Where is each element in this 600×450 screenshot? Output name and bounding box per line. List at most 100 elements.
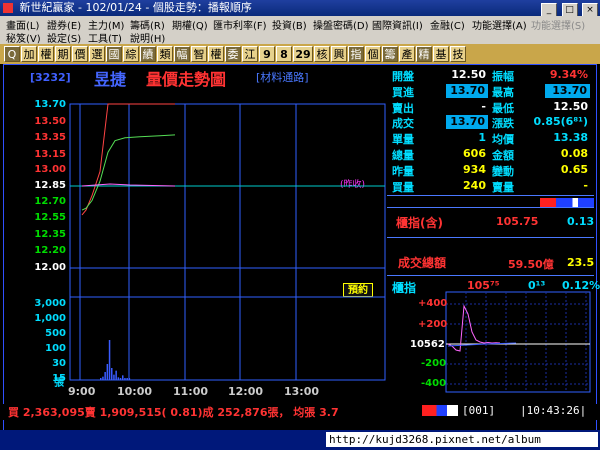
toolbar-button[interactable]: 核: [314, 46, 330, 62]
toolbar-button[interactable]: 基: [433, 46, 449, 62]
toolbar-button[interactable]: 選: [89, 46, 105, 62]
app-icon: [3, 3, 13, 13]
menu-intl-info[interactable]: 國際資訊(I): [372, 17, 423, 32]
toolbar-button[interactable]: 精: [416, 46, 432, 62]
volume-tick-label: 500: [45, 328, 66, 339]
x-tick-label: 13:00: [284, 385, 320, 398]
menu-trading-code[interactable]: 操盤密碼(D): [313, 17, 369, 32]
quote-label: 賣量: [492, 181, 514, 194]
menu-investment[interactable]: 投資(B): [272, 17, 307, 32]
mini-y-tick: +200: [418, 319, 448, 330]
quote-label: 最低: [492, 102, 514, 115]
clock: |10:43:26|: [520, 404, 587, 417]
toolbar-button[interactable]: 國: [106, 46, 122, 62]
quote-value: -: [583, 179, 588, 192]
menu-function-a[interactable]: 功能選擇(A): [472, 17, 527, 32]
quote-value: 0.65: [560, 163, 588, 176]
reserve-box[interactable]: 預約: [343, 283, 373, 297]
menu-secrets[interactable]: 秘笈(V): [6, 30, 41, 45]
toolbar-button[interactable]: 產: [399, 46, 415, 62]
mini-y-tick: 10562: [410, 339, 445, 350]
toolbar-button[interactable]: 個: [365, 46, 381, 62]
y-tick-label: 12.35: [34, 229, 66, 240]
title-bar: 新世紀贏家 - 102/01/24 - 個股走勢：播報順序 _ □ ×: [0, 0, 600, 18]
menu-forex[interactable]: 匯市利率(F): [213, 17, 267, 32]
quote-label: 振幅: [492, 70, 514, 83]
toolbar-button[interactable]: 權: [208, 46, 224, 62]
y-tick-label: 13.50: [34, 116, 66, 127]
industry-link[interactable]: [材料通路]: [256, 69, 309, 85]
toolbar-button[interactable]: 類: [157, 46, 173, 62]
divider: [387, 195, 594, 196]
quote-value: 9.34%: [549, 68, 588, 81]
quote-label: 金額: [492, 149, 514, 162]
menu-options[interactable]: 期權(Q): [172, 17, 208, 32]
menu-help[interactable]: 說明(H): [130, 30, 165, 45]
quote-value: 1: [478, 131, 486, 144]
quote-label: 買量: [392, 181, 414, 194]
toolbar-button[interactable]: 指: [348, 46, 364, 62]
bid-price-box: 13.70: [446, 84, 488, 98]
divider: [387, 275, 594, 276]
toolbar-button[interactable]: 績: [140, 46, 156, 62]
mini-y-tick: -400: [421, 378, 447, 389]
quote-label: 漲跌: [492, 117, 514, 130]
quote-label: 成交: [392, 117, 414, 130]
quote-value: 240: [463, 179, 486, 192]
y-tick-label: 12.70: [34, 196, 66, 207]
volume-tick-label: 1,000: [34, 313, 66, 324]
volume-unit-label: 張: [54, 378, 64, 389]
menu-settings[interactable]: 設定(S): [47, 30, 81, 45]
toolbar-button[interactable]: 智: [191, 46, 207, 62]
high-price-box: 13.70: [545, 84, 590, 98]
divider: [387, 237, 594, 238]
otc-index-change: 0.13: [567, 215, 595, 228]
quote-label: 總量: [392, 149, 414, 162]
quote-value: 606: [463, 147, 486, 160]
y-tick-label: 12.00: [34, 262, 66, 273]
bid-ask-ratio-bar: [540, 198, 594, 207]
mini-y-tick: -200: [421, 358, 447, 369]
toolbar-button[interactable]: 8: [276, 46, 292, 62]
toolbar-button[interactable]: 權: [38, 46, 54, 62]
toolbar-button[interactable]: 江: [242, 46, 258, 62]
toolbar-button[interactable]: 期: [55, 46, 71, 62]
page-number: 001: [468, 404, 489, 417]
quote-label: 單量: [392, 133, 414, 146]
y-tick-label: 13.35: [34, 132, 66, 143]
y-tick-label: 13.70: [34, 99, 66, 110]
menu-finance[interactable]: 金融(C): [430, 17, 465, 32]
toolbar-button[interactable]: 9: [259, 46, 275, 62]
toolbar-button[interactable]: 籌: [382, 46, 398, 62]
volume-tick-label: 100: [45, 343, 66, 354]
toolbar-button[interactable]: 29: [293, 46, 313, 62]
y-tick-label: 13.15: [34, 149, 66, 160]
quote-value: 0.08: [560, 147, 588, 160]
y-tick-label: 13.00: [34, 164, 66, 175]
y-tick-label: 12.85: [34, 180, 66, 191]
toolbar: Q 加 權 期 價 選 國 綜 績 類 幅 智 權 委 江 9 8 29 核 興…: [0, 44, 600, 64]
divider: [387, 207, 594, 208]
mini-chart-title: 櫃指: [392, 281, 417, 295]
toolbar-button[interactable]: 委: [225, 46, 241, 62]
x-tick-label: 10:00: [117, 385, 153, 398]
menu-tools[interactable]: 工具(T): [88, 30, 122, 45]
otc-index-value: 105.75: [496, 215, 539, 228]
toolbar-button[interactable]: 加: [21, 46, 37, 62]
toolbar-button[interactable]: 綜: [123, 46, 139, 62]
mini-chart-value: 105⁷⁵: [467, 279, 500, 292]
quote-value: -: [481, 100, 486, 113]
quote-label: 變動: [492, 165, 514, 178]
mini-y-tick: +400: [418, 298, 448, 309]
trade-summary: 買 2,363,095賣 1,909,515( 0.81)成 252,876張，…: [8, 406, 339, 419]
chart-title: 量價走勢圖: [146, 70, 227, 89]
search-button[interactable]: Q: [4, 46, 20, 62]
menu-function-s[interactable]: 功能選擇(S): [531, 17, 585, 32]
y-tick-label: 12.55: [34, 212, 66, 223]
toolbar-button[interactable]: 價: [72, 46, 88, 62]
toolbar-button[interactable]: 幅: [174, 46, 190, 62]
x-tick-label: 12:00: [228, 385, 264, 398]
toolbar-button[interactable]: 興: [331, 46, 347, 62]
toolbar-button[interactable]: 技: [450, 46, 466, 62]
turnover-extra: 23.5: [567, 256, 595, 269]
